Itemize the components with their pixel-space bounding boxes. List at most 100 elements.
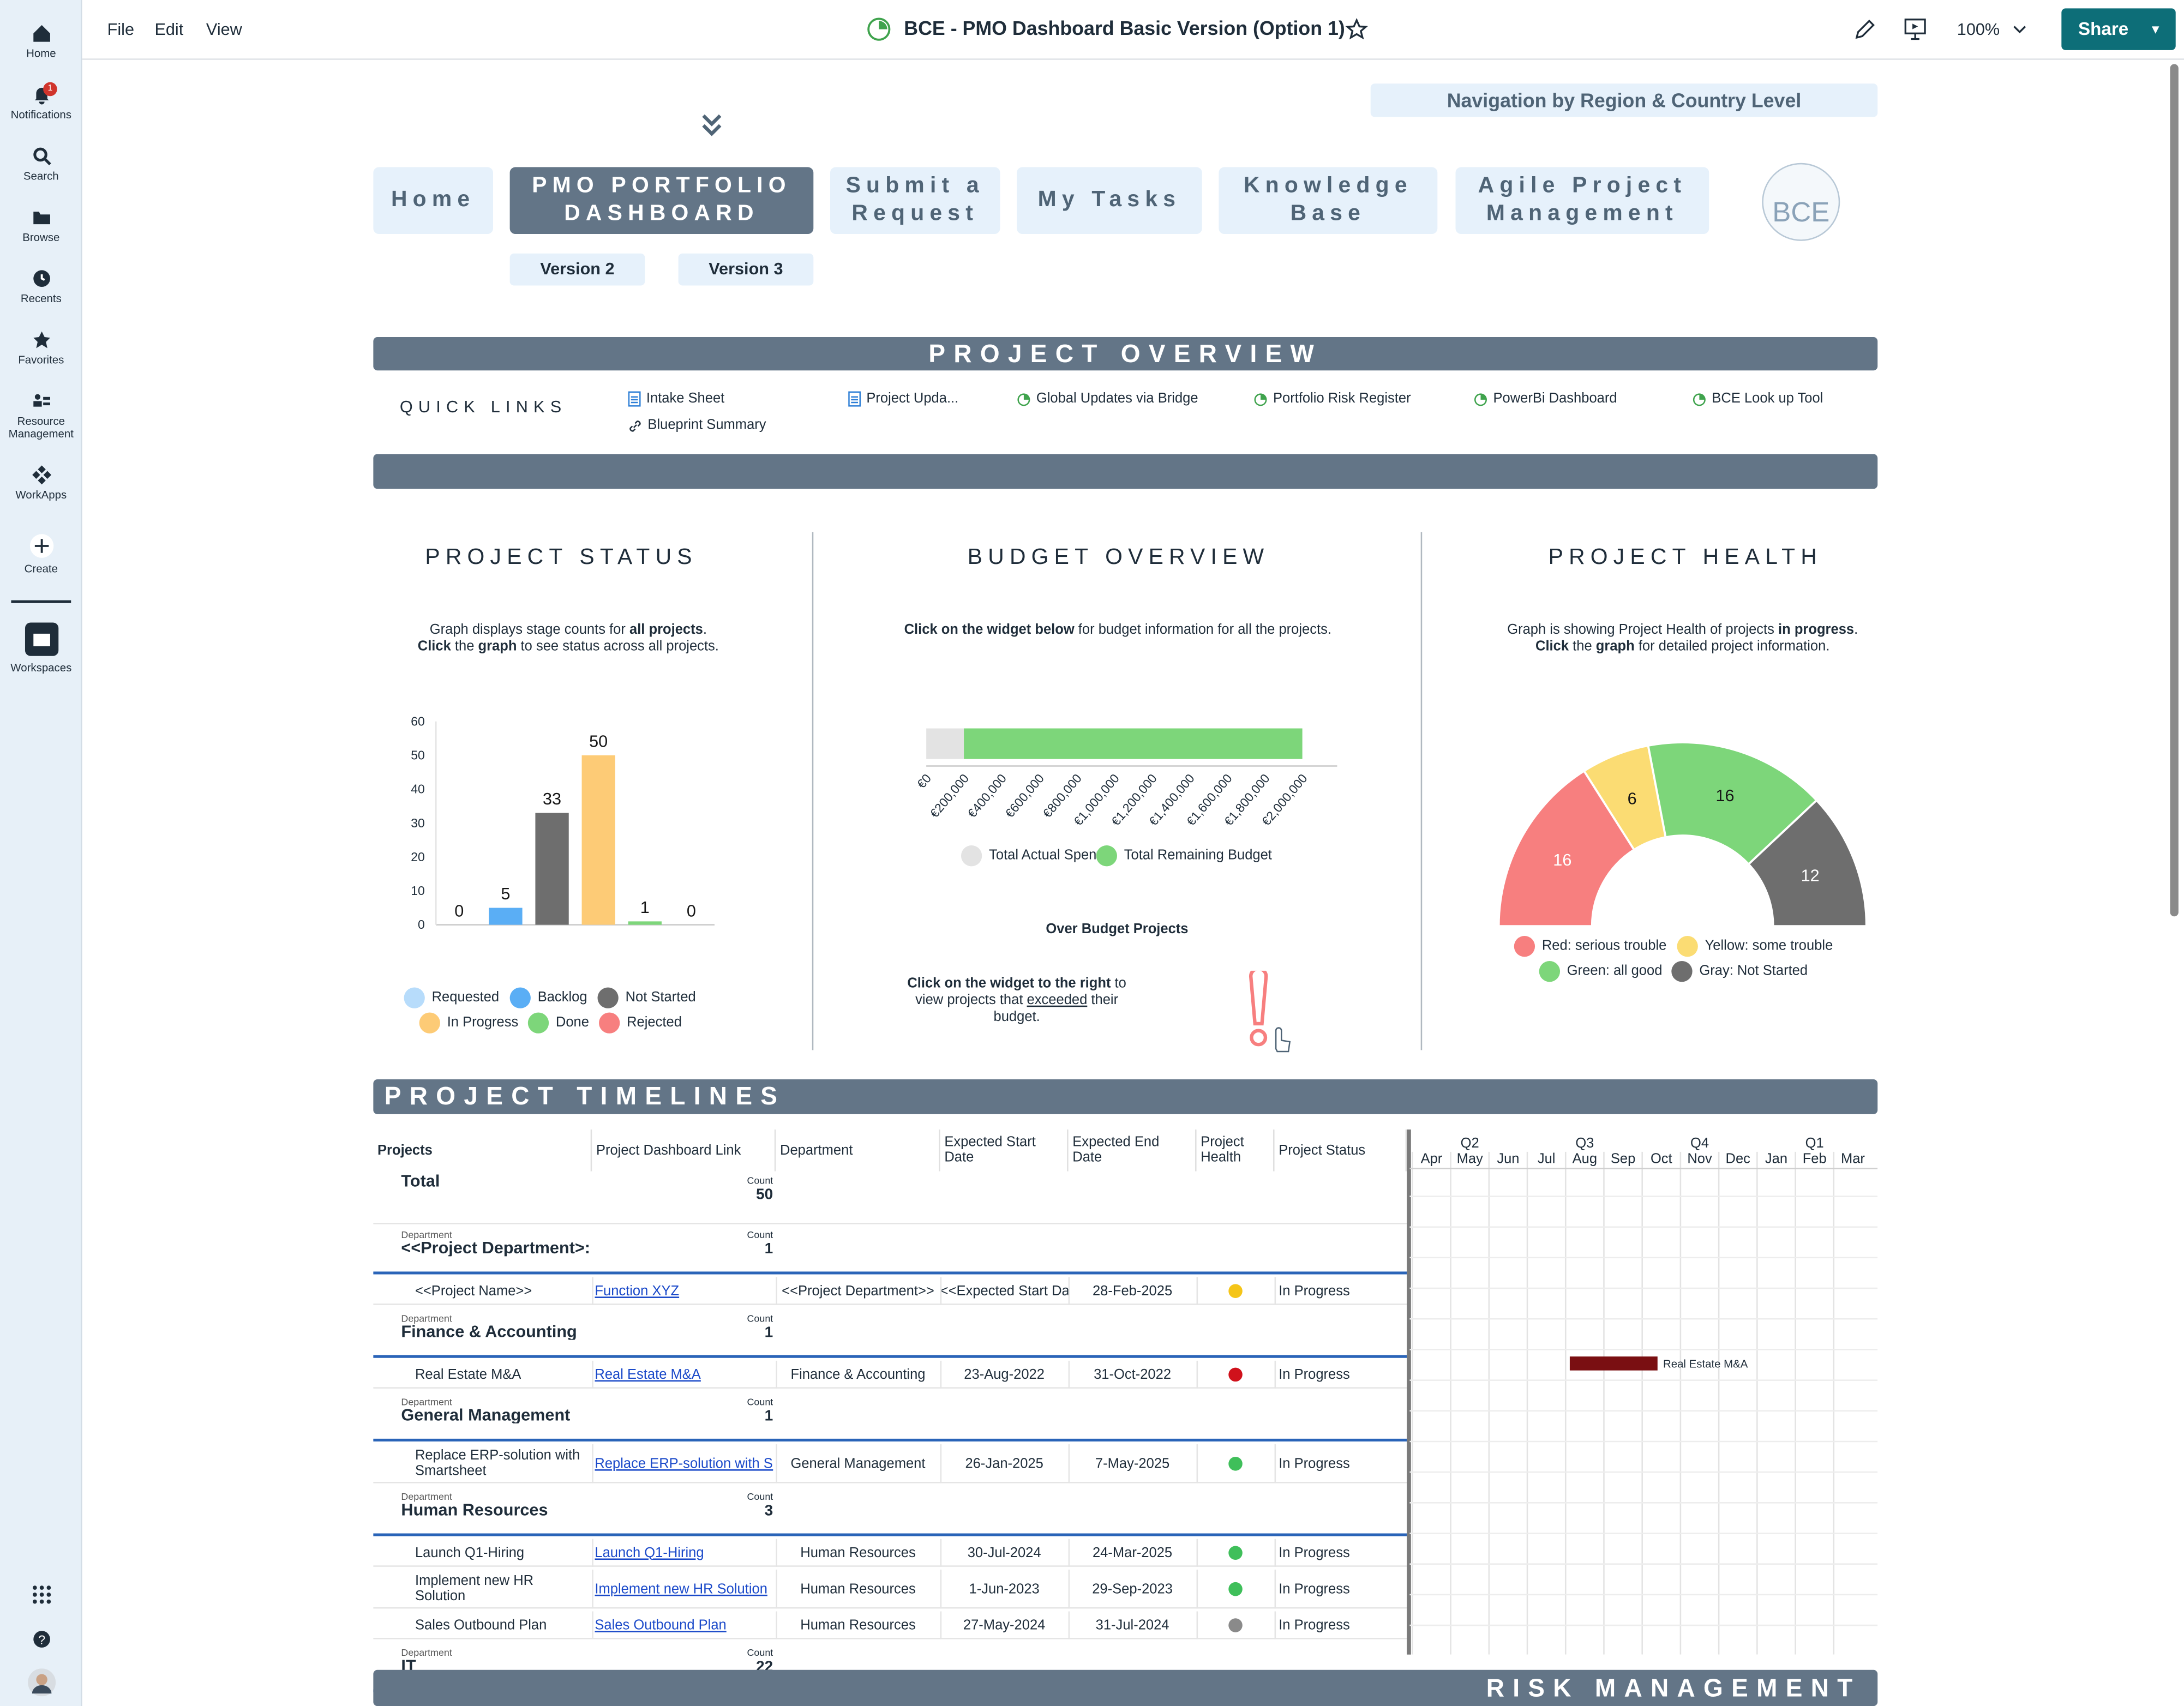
start-date-cell: 30-Jul-2024 (967, 1545, 1041, 1561)
department-group-row[interactable]: Department General Management Count 1 (373, 1391, 1407, 1441)
share-button[interactable]: Share ▼ (2061, 8, 2176, 50)
version-3-button[interactable]: Version 3 (678, 253, 814, 286)
gantt-month-label: May (1457, 1151, 1483, 1166)
cell-divider (940, 1360, 942, 1389)
rail-favorites[interactable]: Favorites (0, 330, 82, 367)
column-header[interactable]: Expected Start Date (940, 1129, 1069, 1172)
total-row[interactable]: Total Count 50 (373, 1172, 1407, 1224)
rail-workapps[interactable]: WorkApps (0, 465, 82, 501)
table-row[interactable]: <<Project Name>> Function XYZ <<Project De… (373, 1277, 1407, 1305)
quick-link[interactable]: Intake Sheet (628, 391, 725, 407)
version-2-button[interactable]: Version 2 (509, 253, 645, 286)
project-dashboard-link[interactable]: Implement new HR Solution (595, 1582, 773, 1597)
over-budget-alert-icon[interactable] (1243, 970, 1298, 1054)
gantt-chart[interactable]: Apr May Jun Jul Aug Sep Oct Nov Dec Jan Feb Mar Q2 Q3… (1409, 1130, 1878, 1655)
quick-link[interactable]: BCE Look up Tool (1693, 392, 1823, 407)
health-note: Graph is showing Project Health of proje… (1507, 622, 1858, 655)
end-date-cell: 31-Oct-2022 (1094, 1367, 1172, 1383)
quick-links-title: QUICK LINKS (399, 397, 567, 417)
quick-link[interactable]: PowerBi Dashboard (1474, 392, 1617, 407)
nav-region-link[interactable]: Navigation by Region & Country Level (1370, 83, 1878, 117)
rail-search[interactable]: Search (0, 146, 82, 183)
column-header[interactable]: Project Status (1275, 1129, 1407, 1172)
project-status-chart[interactable]: 01020304050600533501 0 (390, 704, 738, 940)
rail-create[interactable]: Create (0, 533, 82, 575)
menu-view[interactable]: View (206, 20, 242, 39)
quick-link-label: Blueprint Summary (647, 418, 766, 434)
nav-my-tasks[interactable]: My Tasks (1017, 167, 1202, 235)
quick-link[interactable]: Global Updates via Bridge (1017, 392, 1198, 407)
table-row[interactable]: Launch Q1-Hiring Launch Q1-Hiring Human Re… (373, 1539, 1407, 1567)
column-header[interactable]: Projects (373, 1129, 592, 1172)
sheet-icon (628, 391, 641, 407)
rail-recents[interactable]: Recents (0, 269, 82, 305)
legend-label: Not Started (625, 990, 696, 1006)
column-header[interactable]: Department (776, 1129, 940, 1172)
nav-pmo-dashboard[interactable]: PMO PORTFOLIO DASHBOARD (509, 167, 814, 235)
legend-label: Green: all good (1567, 964, 1663, 980)
present-icon[interactable] (1903, 17, 1928, 42)
nav-submit-request[interactable]: Submit a Request (830, 167, 1000, 235)
count-label: Count (747, 1314, 773, 1325)
rail-home[interactable]: Home (0, 23, 82, 60)
project-dashboard-link[interactable]: Function XYZ (595, 1283, 773, 1299)
double-chevron-down-icon[interactable] (700, 111, 723, 139)
slice-value-label: 12 (1801, 867, 1820, 885)
project-name: Sales Outbound Plan (415, 1618, 547, 1633)
column-header[interactable]: Project Health (1197, 1129, 1275, 1172)
zoom-select[interactable]: 100% (1957, 20, 2000, 39)
table-row[interactable]: Implement new HR Solution Implement new HR… (373, 1569, 1407, 1609)
link-icon (629, 419, 641, 431)
dashboard-icon (1693, 393, 1706, 406)
count-label: Count (747, 1398, 773, 1408)
health-indicator (1228, 1367, 1243, 1382)
rail-resource-management[interactable]: Resource Management (0, 392, 82, 440)
table-row[interactable]: Sales Outbound Plan Sales Outbound Plan Hu… (373, 1611, 1407, 1639)
budget-chart[interactable]: €0€200,000€400,000€600,000€800,000€1,000… (891, 710, 1351, 849)
legend-label: Red: serious trouble (1541, 939, 1667, 954)
project-health-chart[interactable]: 16 6 16 12 (1490, 731, 1875, 933)
rail-browse[interactable]: Browse (0, 207, 82, 244)
cell-divider (1274, 1569, 1276, 1609)
legend-label: Requested (431, 990, 500, 1006)
legend-label: Total Actual Spent (989, 848, 1101, 864)
rail-notifications[interactable]: 1 Notifications (0, 82, 82, 121)
user-avatar[interactable] (0, 1668, 82, 1701)
cell-divider (1068, 1277, 1070, 1305)
budget-bar (964, 728, 1303, 759)
quick-link[interactable]: Blueprint Summary (628, 418, 766, 433)
menu-edit[interactable]: Edit (154, 20, 183, 39)
nav-knowledge-base[interactable]: Knowledge Base (1219, 167, 1438, 235)
column-header[interactable]: Expected End Date (1069, 1129, 1197, 1172)
cell-divider (592, 1611, 593, 1639)
department-group-row[interactable]: Department <<Project Department>: Count 1 (373, 1224, 1407, 1275)
project-dashboard-link[interactable]: Replace ERP-solution with Sr (595, 1456, 773, 1471)
apps-grid-button[interactable] (0, 1585, 82, 1608)
quick-link-label: Intake Sheet (646, 391, 725, 407)
project-dashboard-link[interactable]: Sales Outbound Plan (595, 1618, 773, 1633)
cell-divider (1274, 1360, 1276, 1389)
menu-file[interactable]: File (107, 20, 134, 39)
table-row[interactable]: Real Estate M&A Real Estate M&A Finance & … (373, 1360, 1407, 1389)
quick-link[interactable]: Portfolio Risk Register (1253, 392, 1411, 407)
legend-label: Backlog (537, 990, 587, 1006)
nav-home[interactable]: Home (373, 167, 493, 235)
department-group-row[interactable]: Department Human Resources Count 3 (373, 1486, 1407, 1536)
project-dashboard-link[interactable]: Launch Q1-Hiring (595, 1545, 773, 1560)
project-dashboard-link[interactable]: Real Estate M&A (595, 1367, 773, 1382)
status-cell: In Progress (1279, 1618, 1350, 1633)
department-group-row[interactable]: Department Finance & Accounting Count 1 (373, 1308, 1407, 1358)
clock-icon (33, 270, 50, 287)
column-header[interactable]: Project Dashboard Link (592, 1129, 776, 1172)
favorite-star-icon[interactable] (1345, 18, 1368, 40)
edit-pencil-icon[interactable] (1852, 17, 1877, 42)
vertical-scrollbar[interactable] (2170, 64, 2179, 917)
table-row[interactable]: Replace ERP-solution with Smartsheet Repla… (373, 1444, 1407, 1483)
help-button[interactable]: ? (0, 1630, 82, 1653)
chevron-down-icon[interactable] (2013, 23, 2027, 34)
rail-workspaces[interactable]: Workspaces (0, 621, 82, 674)
nav-agile-pm[interactable]: Agile Project Management (1455, 167, 1709, 235)
quick-link[interactable]: Project Upda... (848, 391, 958, 407)
home-icon (33, 25, 50, 42)
cell-divider (1274, 1539, 1276, 1567)
